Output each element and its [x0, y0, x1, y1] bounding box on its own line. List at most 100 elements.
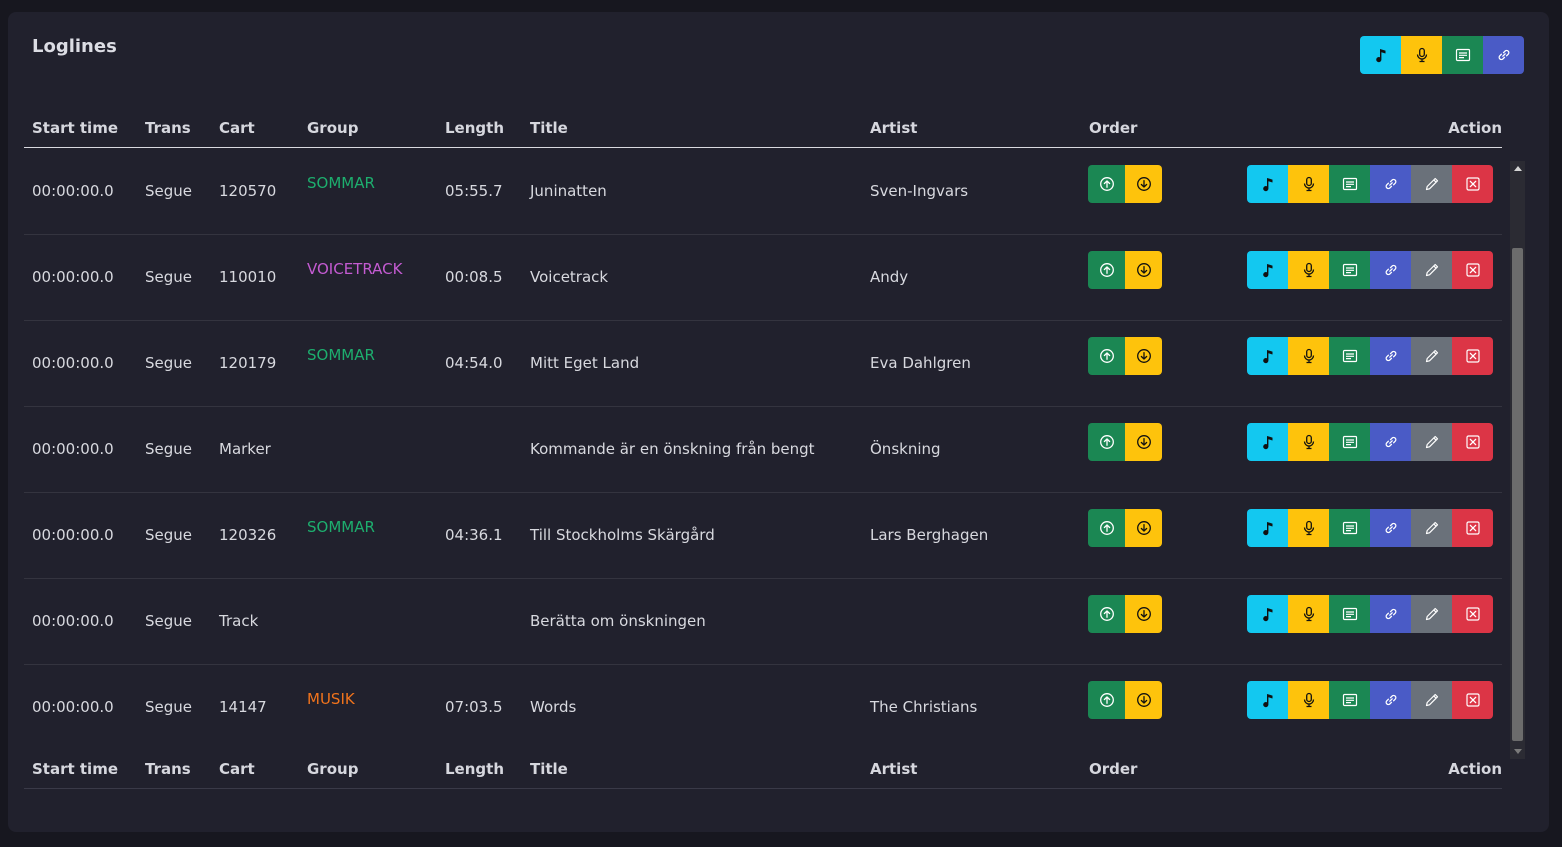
- text-button[interactable]: [1329, 165, 1370, 203]
- delete-button[interactable]: [1452, 595, 1493, 633]
- scroll-down-arrow-icon[interactable]: [1514, 749, 1522, 754]
- move-up-button[interactable]: [1088, 251, 1125, 289]
- play-music-button[interactable]: [1247, 251, 1288, 289]
- cell-length: 00:08.5: [445, 268, 503, 286]
- move-up-button[interactable]: [1088, 165, 1125, 203]
- record-voice-button[interactable]: [1288, 165, 1329, 203]
- cell-trans: Segue: [145, 268, 193, 286]
- record-voice-button[interactable]: [1288, 509, 1329, 547]
- move-down-button[interactable]: [1125, 337, 1162, 375]
- link-icon: [1385, 264, 1396, 276]
- header-start-time[interactable]: Start time: [32, 119, 118, 137]
- cell-title: Till Stockholms Skärgård: [530, 526, 715, 544]
- cell-group: SOMMAR: [307, 346, 375, 364]
- record-voice-button[interactable]: [1288, 251, 1329, 289]
- panel-title: Loglines: [32, 36, 117, 57]
- table-row: 00:00:00.0 Segue 120570 05:55.7 Juninatten Sv…: [24, 149, 1502, 235]
- link-icon: [1385, 694, 1396, 706]
- cell-title: Juninatten: [530, 182, 607, 200]
- pencil-icon: [1425, 521, 1438, 535]
- link-button[interactable]: [1370, 251, 1411, 289]
- edit-button[interactable]: [1411, 251, 1452, 289]
- music-note-icon: [1262, 264, 1272, 278]
- link-button[interactable]: [1370, 509, 1411, 547]
- pencil-icon: [1425, 607, 1438, 621]
- edit-button[interactable]: [1411, 595, 1452, 633]
- record-voice-button[interactable]: [1288, 595, 1329, 633]
- cell-start-time: 00:00:00.0: [32, 526, 114, 544]
- play-music-button[interactable]: [1247, 423, 1288, 461]
- record-voice-button[interactable]: [1288, 681, 1329, 719]
- music-note-icon: [1262, 694, 1272, 708]
- text-button[interactable]: [1329, 337, 1370, 375]
- move-down-button[interactable]: [1125, 595, 1162, 633]
- table-row: 00:00:00.0 Segue 110010 00:08.5 Voicetrack An…: [24, 235, 1502, 321]
- link-button[interactable]: [1370, 595, 1411, 633]
- text-button[interactable]: [1329, 509, 1370, 547]
- text-button[interactable]: [1329, 681, 1370, 719]
- link-button[interactable]: [1370, 337, 1411, 375]
- cell-length: 07:03.5: [445, 698, 503, 716]
- move-down-button[interactable]: [1125, 509, 1162, 547]
- add-link-button[interactable]: [1483, 36, 1524, 74]
- edit-button[interactable]: [1411, 681, 1452, 719]
- move-down-button[interactable]: [1125, 423, 1162, 461]
- scroll-up-arrow-icon[interactable]: [1514, 166, 1522, 171]
- play-music-button[interactable]: [1247, 595, 1288, 633]
- scroll-thumb[interactable]: [1512, 248, 1523, 741]
- move-up-button[interactable]: [1088, 423, 1125, 461]
- move-up-button[interactable]: [1088, 509, 1125, 547]
- move-up-button[interactable]: [1088, 681, 1125, 719]
- play-music-button[interactable]: [1247, 165, 1288, 203]
- cell-start-time: 00:00:00.0: [32, 182, 114, 200]
- move-down-button[interactable]: [1125, 681, 1162, 719]
- link-button[interactable]: [1370, 165, 1411, 203]
- header-cart[interactable]: Cart: [219, 119, 255, 137]
- delete-button[interactable]: [1452, 509, 1493, 547]
- move-down-button[interactable]: [1125, 251, 1162, 289]
- add-voice-button[interactable]: [1401, 36, 1442, 74]
- delete-button[interactable]: [1452, 337, 1493, 375]
- header-trans[interactable]: Trans: [145, 119, 191, 137]
- record-voice-button[interactable]: [1288, 337, 1329, 375]
- text-button[interactable]: [1329, 423, 1370, 461]
- add-music-button[interactable]: [1360, 36, 1401, 74]
- arrow-down-circle-icon: [1136, 177, 1151, 191]
- move-up-button[interactable]: [1088, 337, 1125, 375]
- text-button[interactable]: [1329, 595, 1370, 633]
- edit-button[interactable]: [1411, 509, 1452, 547]
- header-length[interactable]: Length: [445, 119, 504, 137]
- text-button[interactable]: [1329, 251, 1370, 289]
- link-icon: [1385, 522, 1396, 534]
- delete-button[interactable]: [1452, 165, 1493, 203]
- table-row: 00:00:00.0 Segue 120179 04:54.0 Mitt Eget La…: [24, 321, 1502, 407]
- order-buttons: [1088, 423, 1162, 461]
- action-buttons: [1247, 681, 1493, 719]
- edit-button[interactable]: [1411, 337, 1452, 375]
- play-music-button[interactable]: [1247, 681, 1288, 719]
- add-text-button[interactable]: [1442, 36, 1483, 74]
- arrow-up-circle-icon: [1099, 435, 1114, 449]
- play-music-button[interactable]: [1247, 337, 1288, 375]
- delete-button[interactable]: [1452, 251, 1493, 289]
- move-down-button[interactable]: [1125, 165, 1162, 203]
- cell-start-time: 00:00:00.0: [32, 612, 114, 630]
- cell-length: 04:36.1: [445, 526, 503, 544]
- link-button[interactable]: [1370, 423, 1411, 461]
- link-button[interactable]: [1370, 681, 1411, 719]
- cell-cart: 120326: [219, 526, 277, 544]
- delete-button[interactable]: [1452, 423, 1493, 461]
- edit-button[interactable]: [1411, 423, 1452, 461]
- table-scrollbar[interactable]: [1510, 161, 1525, 759]
- header-artist[interactable]: Artist: [870, 119, 917, 137]
- move-up-button[interactable]: [1088, 595, 1125, 633]
- play-music-button[interactable]: [1247, 509, 1288, 547]
- cell-cart: Track: [219, 612, 259, 630]
- edit-button[interactable]: [1411, 165, 1452, 203]
- header-title[interactable]: Title: [530, 119, 568, 137]
- cell-trans: Segue: [145, 182, 193, 200]
- header-group[interactable]: Group: [307, 119, 358, 137]
- delete-button[interactable]: [1452, 681, 1493, 719]
- link-icon: [1385, 608, 1396, 620]
- record-voice-button[interactable]: [1288, 423, 1329, 461]
